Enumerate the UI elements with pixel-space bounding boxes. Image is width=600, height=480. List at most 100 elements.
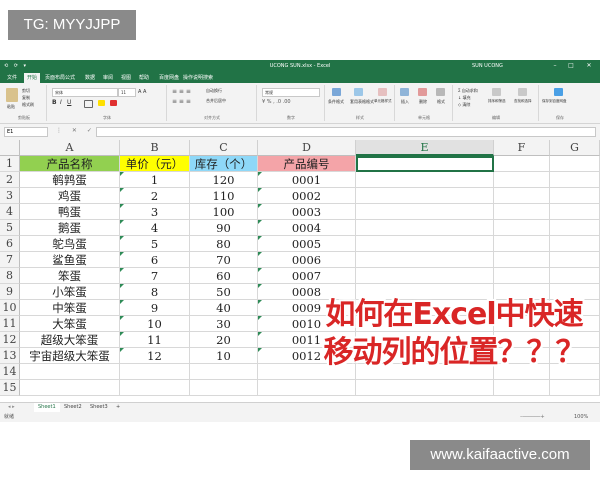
border-icon[interactable] <box>84 100 93 108</box>
header-cell[interactable]: 产品名称 <box>20 156 120 172</box>
cell[interactable] <box>550 204 600 220</box>
user-name[interactable]: SUN UCONG <box>472 60 503 72</box>
cell[interactable] <box>494 188 550 204</box>
font-size-select[interactable]: 11 <box>118 88 136 97</box>
row-header[interactable]: 12 <box>0 332 20 348</box>
ribbon-tab[interactable]: 数据 <box>82 73 98 83</box>
sheet-nav-icon[interactable]: ◂ ▸ <box>4 403 19 412</box>
cell[interactable] <box>494 220 550 236</box>
select-all-corner[interactable] <box>0 140 20 156</box>
table-cell[interactable]: 鲨鱼蛋 <box>20 252 120 268</box>
sheet-tab[interactable]: Sheet2 <box>60 403 86 412</box>
table-cell[interactable]: 5 <box>120 236 190 252</box>
table-cell[interactable]: 10 <box>190 348 258 364</box>
number-format-select[interactable]: 常规 <box>262 88 320 97</box>
table-cell[interactable]: 0003 <box>258 204 356 220</box>
cell[interactable] <box>494 156 550 172</box>
ribbon-tab[interactable]: 审阅 <box>100 73 116 83</box>
row-header[interactable]: 8 <box>0 268 20 284</box>
table-cell[interactable]: 11 <box>120 332 190 348</box>
font-grow-icon[interactable]: A A <box>138 89 146 95</box>
table-cell[interactable]: 12 <box>120 348 190 364</box>
header-cell[interactable]: 库存（个） <box>190 156 258 172</box>
table-cell[interactable]: 鹅蛋 <box>20 220 120 236</box>
table-cell[interactable]: 90 <box>190 220 258 236</box>
cell[interactable] <box>258 380 356 396</box>
cell[interactable] <box>356 268 494 284</box>
row-header[interactable]: 6 <box>0 236 20 252</box>
cell[interactable] <box>356 252 494 268</box>
row-header[interactable]: 5 <box>0 220 20 236</box>
table-cell[interactable]: 50 <box>190 284 258 300</box>
cloud-icon[interactable] <box>554 88 563 96</box>
table-cell[interactable]: 超级大笨蛋 <box>20 332 120 348</box>
cell[interactable] <box>494 172 550 188</box>
row-header[interactable]: 14 <box>0 364 20 380</box>
table-cell[interactable]: 0005 <box>258 236 356 252</box>
ribbon-tab[interactable]: 操作说明搜索 <box>180 73 216 83</box>
column-header[interactable]: C <box>190 140 258 156</box>
column-header[interactable]: F <box>494 140 550 156</box>
cell[interactable] <box>120 364 190 380</box>
table-format-icon[interactable] <box>354 88 363 96</box>
ribbon-tab[interactable]: 公式 <box>62 73 78 83</box>
column-header[interactable]: E <box>356 140 494 156</box>
zoom-level[interactable]: 100% <box>574 412 588 422</box>
table-cell[interactable]: 鸡蛋 <box>20 188 120 204</box>
ribbon-tab[interactable]: 帮助 <box>136 73 152 83</box>
cell[interactable] <box>550 188 600 204</box>
table-cell[interactable]: 100 <box>190 204 258 220</box>
table-cell[interactable]: 2 <box>120 188 190 204</box>
table-cell[interactable]: 鹌鹑蛋 <box>20 172 120 188</box>
cell[interactable] <box>190 364 258 380</box>
currency-icon[interactable]: ¥ % , .0 .00 <box>262 99 291 105</box>
cell[interactable] <box>550 220 600 236</box>
table-cell[interactable]: 宇宙超级大笨蛋 <box>20 348 120 364</box>
minimize-icon[interactable]: – <box>548 60 562 72</box>
paste-icon[interactable] <box>6 88 18 102</box>
table-cell[interactable]: 120 <box>190 172 258 188</box>
cell[interactable] <box>190 380 258 396</box>
table-cell[interactable]: 0004 <box>258 220 356 236</box>
row-header[interactable]: 3 <box>0 188 20 204</box>
cell[interactable] <box>550 380 600 396</box>
table-cell[interactable]: 9 <box>120 300 190 316</box>
row-header[interactable]: 7 <box>0 252 20 268</box>
insert-button[interactable]: 插入 <box>401 99 409 105</box>
table-cell[interactable]: 10 <box>120 316 190 332</box>
cell[interactable] <box>356 188 494 204</box>
table-cell[interactable]: 7 <box>120 268 190 284</box>
row-header[interactable]: 4 <box>0 204 20 220</box>
row-header[interactable]: 9 <box>0 284 20 300</box>
cell[interactable] <box>20 380 120 396</box>
cell-styles-icon[interactable] <box>378 88 387 96</box>
table-cell[interactable]: 1 <box>120 172 190 188</box>
cell[interactable] <box>120 380 190 396</box>
table-cell[interactable]: 110 <box>190 188 258 204</box>
fill-color-icon[interactable] <box>98 100 105 106</box>
table-cell[interactable]: 70 <box>190 252 258 268</box>
cell-styles-button[interactable]: 单元格样式 <box>374 99 392 104</box>
row-header[interactable]: 1 <box>0 156 20 172</box>
fill-button[interactable]: ↓ 填充 <box>458 95 471 101</box>
column-header[interactable]: A <box>20 140 120 156</box>
cell[interactable] <box>550 172 600 188</box>
cell[interactable] <box>494 252 550 268</box>
row-header[interactable]: 10 <box>0 300 20 316</box>
italic-icon[interactable]: I <box>60 99 62 106</box>
ribbon-tab[interactable]: 开始 <box>24 73 41 83</box>
cell[interactable] <box>494 204 550 220</box>
name-box[interactable]: E1 <box>4 127 48 137</box>
table-format-button[interactable]: 套用表格格式 <box>350 99 374 105</box>
table-cell[interactable]: 大笨蛋 <box>20 316 120 332</box>
bold-icon[interactable]: B <box>52 99 57 106</box>
format-painter-button[interactable]: 格式刷 <box>22 102 34 108</box>
column-header[interactable]: B <box>120 140 190 156</box>
ribbon-tab[interactable]: 视图 <box>118 73 134 83</box>
sort-filter-button[interactable]: 排序和筛选 <box>488 99 506 104</box>
insert-icon[interactable] <box>400 88 409 96</box>
table-cell[interactable]: 0007 <box>258 268 356 284</box>
delete-icon[interactable] <box>418 88 427 96</box>
table-cell[interactable]: 鸭蛋 <box>20 204 120 220</box>
column-header[interactable]: D <box>258 140 356 156</box>
